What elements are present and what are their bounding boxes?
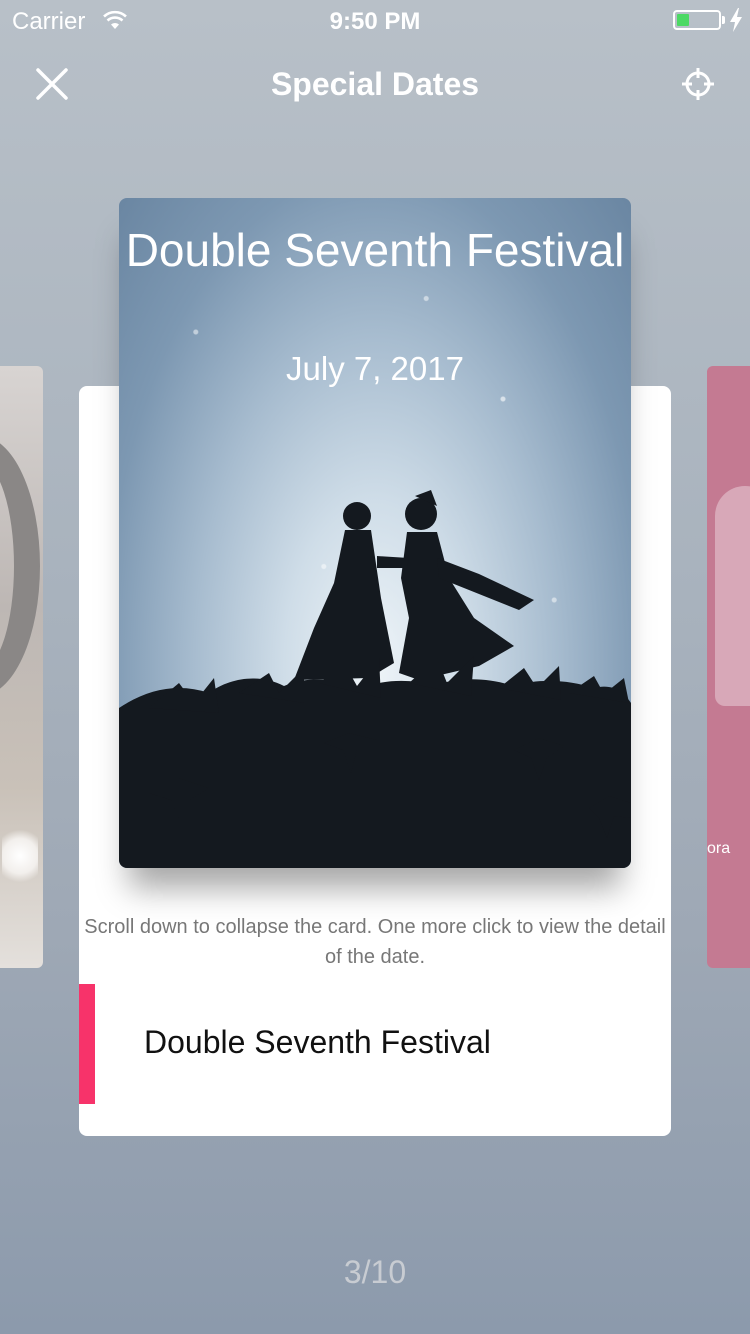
battery-icon [673, 10, 721, 30]
status-bar: Carrier 9:50 PM [0, 0, 750, 40]
battery-cap [722, 16, 725, 24]
battery-fill [677, 14, 689, 26]
next-card-partial-title: ora [707, 840, 731, 857]
charging-bolt-icon [730, 8, 742, 32]
card-image-detail [2, 826, 38, 886]
crosshair-icon [682, 68, 714, 100]
clock: 9:50 PM [329, 8, 421, 35]
bowl-image [0, 436, 40, 696]
accent-bar [79, 984, 95, 1104]
card-hero-image[interactable]: Double Seventh Festival July 7, 2017 [119, 198, 631, 868]
silhouette-image [715, 486, 750, 706]
locate-button[interactable] [680, 66, 716, 102]
hero-title: Double Seventh Festival [125, 224, 625, 276]
date-name: Double Seventh Festival [144, 1024, 491, 1060]
collapse-hint: Scroll down to collapse the card. One mo… [84, 916, 666, 968]
lovers-silhouette-illustration [119, 490, 631, 868]
previous-card[interactable] [0, 366, 43, 968]
page-indicator: 3/10 [343, 1254, 407, 1290]
hero-date: July 7, 2017 [286, 350, 464, 387]
page-title: Special Dates [270, 66, 480, 102]
